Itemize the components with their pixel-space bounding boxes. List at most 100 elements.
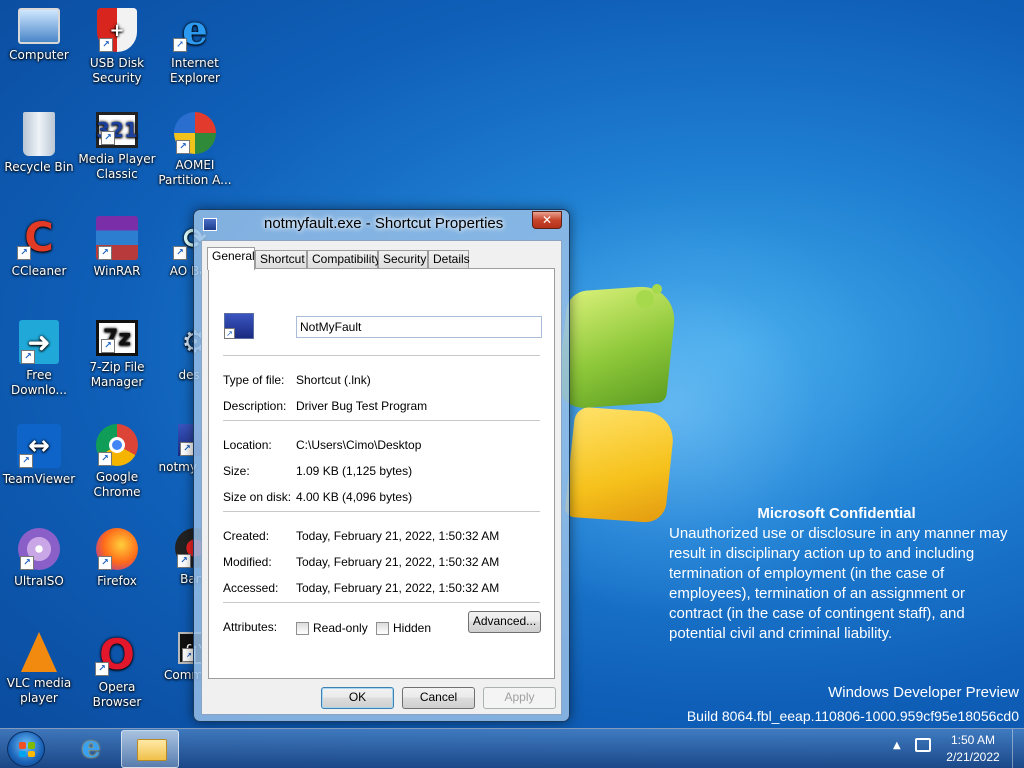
teamviewer-icon: ↔ ↗	[17, 424, 61, 468]
dialog-title: notmyfault.exe - Shortcut Properties	[264, 215, 504, 232]
desktop-icon-label: Opera Browser	[92, 680, 142, 709]
build-watermark: Build 8064.fbl_eeap.110806-1000.959cf95e…	[686, 708, 1019, 724]
internet-explorer-icon: e ↗	[171, 8, 219, 52]
desktop-icon-opera[interactable]: O ↗ Opera Browser	[78, 632, 156, 710]
chrome-icon: ↗	[96, 424, 138, 466]
desktop-icon-free-download-manager[interactable]: ➜ ↗ Free Downlo...	[0, 320, 78, 398]
tray-expand-icon[interactable]: ▲	[893, 740, 901, 751]
close-button[interactable]: ✕	[532, 211, 562, 229]
product-watermark: Windows Developer Preview	[828, 684, 1019, 701]
opera-icon: O ↗	[93, 632, 141, 676]
shortcut-name-input[interactable]: NotMyFault	[296, 316, 542, 338]
desktop-icon-label: 7-Zip File Manager	[89, 360, 145, 389]
apply-button[interactable]: Apply	[483, 687, 556, 709]
cancel-button[interactable]: Cancel	[402, 687, 475, 709]
dialog-titlebar[interactable]: notmyfault.exe - Shortcut Properties ✕	[194, 210, 569, 238]
shortcut-app-icon	[203, 218, 217, 231]
accessed-value: Today, February 21, 2022, 1:50:32 AM	[296, 581, 500, 595]
taskbar-internet-explorer[interactable]: e	[61, 730, 119, 768]
desktop-icon-firefox[interactable]: ↗ Firefox	[78, 528, 156, 589]
description-value: Driver Bug Test Program	[296, 399, 428, 413]
separator	[223, 511, 540, 512]
desktop-icon-label: Computer	[9, 48, 69, 62]
modified-label: Modified:	[223, 555, 272, 569]
taskbar-clock[interactable]: 1:50 AM 2/21/2022	[938, 732, 1008, 766]
type-value: Shortcut (.lnk)	[296, 373, 371, 387]
desktop-icon-computer[interactable]: Computer	[0, 8, 78, 63]
tab-general[interactable]: General	[207, 247, 255, 270]
shield-icon: + ↗	[97, 8, 137, 52]
confidential-body: Unauthorized use or disclosure in any ma…	[669, 525, 1008, 642]
desktop-icon-label: CCleaner	[11, 264, 67, 278]
description-label: Description:	[223, 399, 287, 413]
confidential-title: Microsoft Confidential	[757, 505, 916, 522]
start-button[interactable]	[7, 731, 45, 767]
location-value: C:\Users\Cimo\Desktop	[296, 438, 422, 452]
network-icon[interactable]	[915, 738, 931, 752]
separator	[223, 355, 540, 356]
ccleaner-icon: C ↗	[15, 216, 63, 260]
winrar-icon: ↗	[96, 216, 138, 260]
taskbar-windows-explorer[interactable]	[121, 730, 179, 768]
desktop-icon-vlc[interactable]: VLC media player	[0, 632, 78, 706]
desktop-icon-label: USB Disk Security	[89, 56, 145, 85]
show-desktop-button[interactable]	[1012, 729, 1024, 768]
hidden-checkbox[interactable]	[376, 622, 389, 635]
desktop-icon-label: Free Downlo...	[11, 368, 67, 397]
desktop-icon-label: TeamViewer	[2, 472, 76, 486]
tab-security[interactable]: Security	[378, 250, 428, 269]
desktop-icon-ultraiso[interactable]: ↗ UltraISO	[0, 528, 78, 589]
location-label: Location:	[223, 438, 272, 452]
desktop-icon-7zip[interactable]: 7z ↗ 7-Zip File Manager	[78, 320, 156, 390]
desktop-icon-teamviewer[interactable]: ↔ ↗ TeamViewer	[0, 424, 78, 487]
modified-value: Today, February 21, 2022, 1:50:32 AM	[296, 555, 500, 569]
desktop-icon-usb-disk-security[interactable]: + ↗ USB Disk Security	[78, 8, 156, 86]
desktop-icon-ccleaner[interactable]: C ↗ CCleaner	[0, 216, 78, 279]
shortcut-file-icon: ↗	[224, 313, 254, 339]
wallpaper-logo-yellow	[564, 406, 676, 524]
desktop-icon-aomei-partition[interactable]: ↗ AOMEI Partition A...	[156, 112, 234, 188]
desktop-icon-label: AOMEI Partition A...	[158, 158, 232, 187]
desktop-icon-label: VLC media player	[6, 676, 72, 705]
internet-explorer-icon: e	[81, 730, 101, 765]
desktop-icon-label: Internet Explorer	[170, 56, 220, 85]
clock-date: 2/21/2022	[946, 750, 1000, 764]
ok-button[interactable]: OK	[321, 687, 394, 709]
separator	[223, 602, 540, 603]
ultraiso-icon: ↗	[18, 528, 60, 570]
desktop-icon-label: WinRAR	[93, 264, 141, 278]
properties-dialog: notmyfault.exe - Shortcut Properties ✕ G…	[193, 209, 570, 722]
folder-icon	[137, 739, 167, 761]
desktop-icon-internet-explorer[interactable]: e ↗ Internet Explorer	[156, 8, 234, 86]
type-label: Type of file:	[223, 373, 285, 387]
advanced-button[interactable]: Advanced...	[468, 611, 541, 633]
readonly-checkbox[interactable]	[296, 622, 309, 635]
firefox-icon: ↗	[96, 528, 138, 570]
desktop-icon-google-chrome[interactable]: ↗ Google Chrome	[78, 424, 156, 500]
hidden-label: Hidden	[393, 621, 432, 635]
accessed-label: Accessed:	[223, 581, 279, 595]
desktop-icon-recycle-bin[interactable]: Recycle Bin	[0, 112, 78, 175]
tab-compatibility[interactable]: Compatibility	[307, 250, 381, 269]
desktop-icon-media-player-classic[interactable]: 321 ↗ Media Player Classic	[78, 112, 156, 182]
desktop-icon-label: Recycle Bin	[4, 160, 74, 174]
separator	[223, 420, 540, 421]
desktop-icon-label: Firefox	[97, 574, 137, 588]
download-manager-icon: ➜ ↗	[19, 320, 59, 364]
tab-details[interactable]: Details	[428, 250, 470, 269]
size-label: Size:	[223, 464, 250, 478]
clock-time: 1:50 AM	[950, 733, 996, 747]
aomei-icon: ↗	[174, 112, 216, 154]
dialog-client: General Shortcut Compatibility Security …	[201, 240, 562, 715]
desktop-icon-winrar[interactable]: ↗ WinRAR	[78, 216, 156, 279]
desktop-icon-label: UltraISO	[14, 574, 64, 588]
desktop-icon-label: Google Chrome	[93, 470, 141, 499]
created-label: Created:	[223, 529, 270, 543]
wallpaper-dot	[652, 284, 662, 294]
vlc-icon	[21, 632, 57, 672]
tab-shortcut[interactable]: Shortcut	[255, 250, 307, 269]
7zip-icon: 7z ↗	[96, 320, 138, 356]
size-value: 1.09 KB (1,125 bytes)	[296, 464, 413, 478]
size-on-disk-label: Size on disk:	[223, 490, 292, 504]
created-value: Today, February 21, 2022, 1:50:32 AM	[296, 529, 500, 543]
